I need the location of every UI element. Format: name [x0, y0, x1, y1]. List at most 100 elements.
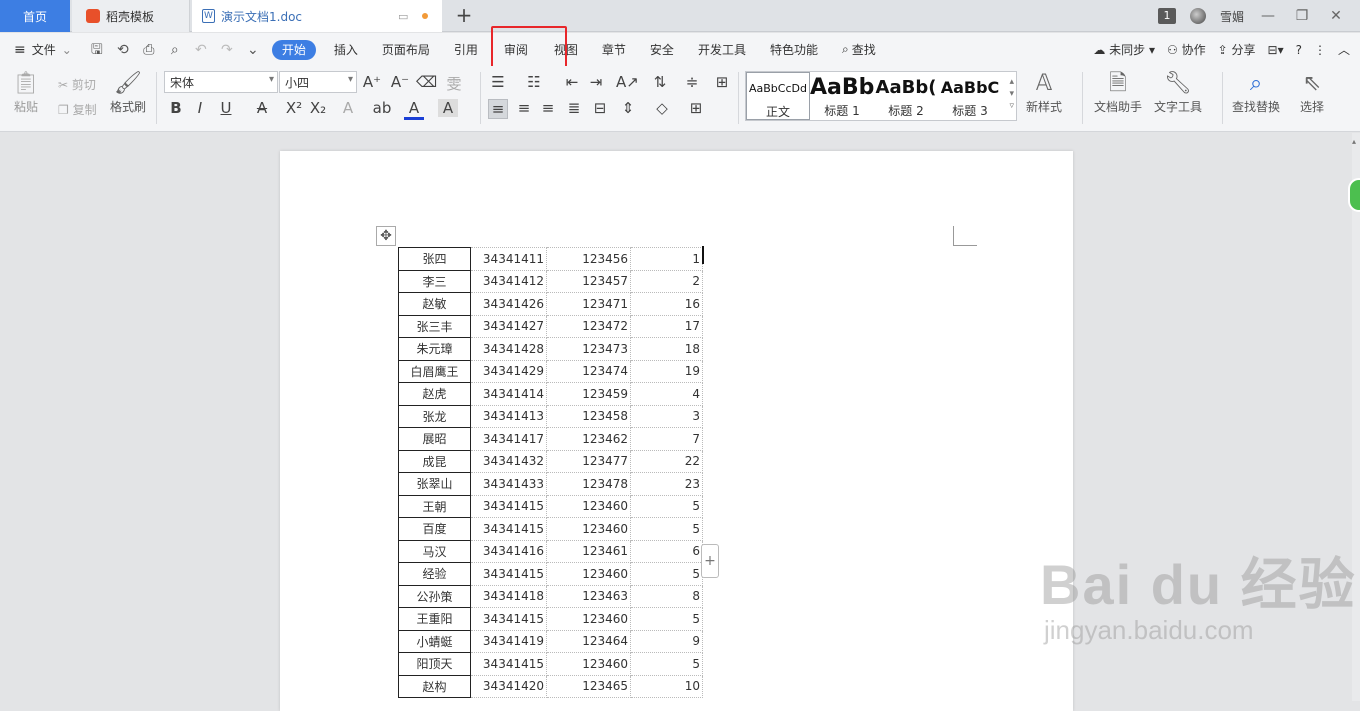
table-row[interactable]: 公孙策 34341418 123463 8: [398, 584, 703, 608]
table-cell[interactable]: 22: [630, 449, 703, 473]
data-table[interactable]: 张四 34341411 123456 1 李三 34341412 123457 2 赵敏 3434…: [398, 247, 703, 698]
table-cell[interactable]: 4: [630, 382, 703, 406]
table-cell[interactable]: 34341420: [470, 674, 547, 698]
table-cell[interactable]: 张四: [398, 247, 471, 271]
table-cell[interactable]: 123462: [546, 427, 631, 451]
file-menu[interactable]: ≡ 文件 ⌄: [0, 33, 84, 66]
toolbox-icon[interactable]: ⊟▾: [1268, 43, 1284, 57]
table-cell[interactable]: 34341418: [470, 584, 547, 608]
table-cell[interactable]: 展昭: [398, 427, 471, 451]
new-tab-button[interactable]: +: [452, 4, 476, 28]
table-row[interactable]: 经验 34341415 123460 5: [398, 562, 703, 586]
table-move-handle-icon[interactable]: ✥: [376, 226, 396, 246]
char-shading-icon[interactable]: A: [438, 99, 458, 117]
table-cell[interactable]: 16: [630, 292, 703, 316]
assistant-badge-icon[interactable]: [1348, 178, 1360, 212]
table-cell[interactable]: 5: [630, 562, 703, 586]
style-heading-2[interactable]: AaBb( 标题 2: [874, 72, 938, 120]
superscript-icon[interactable]: X²: [284, 99, 304, 117]
table-row[interactable]: 马汉 34341416 123461 6: [398, 539, 703, 563]
paragraph-spacing-icon[interactable]: ⇕: [618, 99, 638, 117]
tab-review[interactable]: 审阅: [490, 33, 542, 66]
table-cell[interactable]: 34341417: [470, 427, 547, 451]
document-canvas[interactable]: ✥ 张四 34341411 123456 1 李三 34341412 123457 2 赵敏 34…: [0, 133, 1360, 711]
print-icon[interactable]: ⎙: [141, 42, 157, 58]
table-cell[interactable]: 123464: [546, 629, 631, 653]
table-cell[interactable]: 5: [630, 494, 703, 518]
pin-icon[interactable]: ▭: [398, 10, 408, 23]
table-cell[interactable]: 123465: [546, 674, 631, 698]
align-left-icon[interactable]: ≡: [488, 99, 508, 119]
table-cell[interactable]: 经验: [398, 562, 471, 586]
print-preview-icon[interactable]: ⌕: [167, 42, 183, 58]
table-cell[interactable]: 张三丰: [398, 314, 471, 338]
table-cell[interactable]: 19: [630, 359, 703, 383]
minimize-icon[interactable]: —: [1258, 8, 1278, 24]
undo-icon[interactable]: ↶: [193, 42, 209, 58]
user-name[interactable]: 雪媚: [1220, 8, 1244, 25]
table-row[interactable]: 小蜻蜓 34341419 123464 9: [398, 629, 703, 653]
italic-icon[interactable]: I: [190, 99, 210, 117]
table-cell[interactable]: 2: [630, 269, 703, 293]
text-effect-icon[interactable]: A: [338, 99, 358, 117]
table-row[interactable]: 展昭 34341417 123462 7: [398, 427, 703, 451]
align-center-icon[interactable]: ≡: [514, 99, 534, 117]
table-cell[interactable]: 123472: [546, 314, 631, 338]
subscript-icon[interactable]: X₂: [308, 99, 328, 117]
table-cell[interactable]: 123460: [546, 607, 631, 631]
style-heading-1[interactable]: AaBb 标题 1: [810, 72, 874, 120]
avatar[interactable]: [1189, 8, 1206, 24]
table-cell[interactable]: 123460: [546, 494, 631, 518]
bullet-list-icon[interactable]: ☰: [488, 73, 508, 91]
style-heading-3[interactable]: AaBbC 标题 3: [938, 72, 1002, 120]
tab-document[interactable]: W 演示文档1.doc ▭: [192, 0, 442, 32]
table-row[interactable]: 张四 34341411 123456 1: [398, 247, 703, 271]
distribute-icon[interactable]: ⊟: [590, 99, 610, 117]
table-cell[interactable]: 123460: [546, 562, 631, 586]
table-cell[interactable]: 34341427: [470, 314, 547, 338]
table-cell[interactable]: 朱元璋: [398, 337, 471, 361]
table-row[interactable]: 百度 34341415 123460 5: [398, 517, 703, 541]
table-cell[interactable]: 8: [630, 584, 703, 608]
align-right-icon[interactable]: ≡: [538, 99, 558, 117]
table-cell[interactable]: 小蜻蜓: [398, 629, 471, 653]
increase-indent-icon[interactable]: ⇥: [586, 73, 606, 91]
table-cell[interactable]: 34341415: [470, 652, 547, 676]
find-replace-button[interactable]: ⌕ 查找替换: [1232, 70, 1280, 115]
table-cell[interactable]: 123478: [546, 472, 631, 496]
scroll-up-icon[interactable]: ▴: [1352, 137, 1356, 146]
table-cell[interactable]: 9: [630, 629, 703, 653]
table-cell[interactable]: 17: [630, 314, 703, 338]
table-row[interactable]: 赵虎 34341414 123459 4: [398, 382, 703, 406]
table-cell[interactable]: 34341429: [470, 359, 547, 383]
table-cell[interactable]: 34341411: [470, 247, 547, 271]
table-cell[interactable]: 5: [630, 517, 703, 541]
restore-icon[interactable]: ❐: [1292, 8, 1312, 24]
tab-page-layout[interactable]: 页面布局: [370, 33, 442, 66]
table-cell[interactable]: 张龙: [398, 404, 471, 428]
table-grid-icon[interactable]: ⊞: [712, 73, 732, 91]
tab-developer[interactable]: 开发工具: [686, 33, 758, 66]
tab-insert[interactable]: 插入: [322, 33, 370, 66]
format-painter-button[interactable]: 🖌︎ 格式刷: [110, 70, 146, 115]
table-row[interactable]: 朱元璋 34341428 123473 18: [398, 337, 703, 361]
table-cell[interactable]: 白眉鹰王: [398, 359, 471, 383]
style-normal[interactable]: AaBbCcDd 正文: [746, 72, 810, 120]
select-button[interactable]: ⇖ 选择: [1300, 70, 1324, 115]
table-cell[interactable]: 阳顶天: [398, 652, 471, 676]
table-row[interactable]: 王重阳 34341415 123460 5: [398, 607, 703, 631]
table-cell[interactable]: 5: [630, 607, 703, 631]
table-row[interactable]: 李三 34341412 123457 2: [398, 269, 703, 293]
tab-references[interactable]: 引用: [442, 33, 490, 66]
table-cell[interactable]: 23: [630, 472, 703, 496]
table-cell[interactable]: 34341428: [470, 337, 547, 361]
table-cell[interactable]: 34341413: [470, 404, 547, 428]
table-cell[interactable]: 3: [630, 404, 703, 428]
table-cell[interactable]: 5: [630, 652, 703, 676]
table-cell[interactable]: 王重阳: [398, 607, 471, 631]
table-cell[interactable]: 123471: [546, 292, 631, 316]
format-brush-icon[interactable]: ⟲: [115, 42, 131, 58]
paste-button[interactable]: 📋︎ 粘贴: [12, 70, 40, 115]
underline-icon[interactable]: U: [216, 99, 236, 117]
table-row[interactable]: 张龙 34341413 123458 3: [398, 404, 703, 428]
